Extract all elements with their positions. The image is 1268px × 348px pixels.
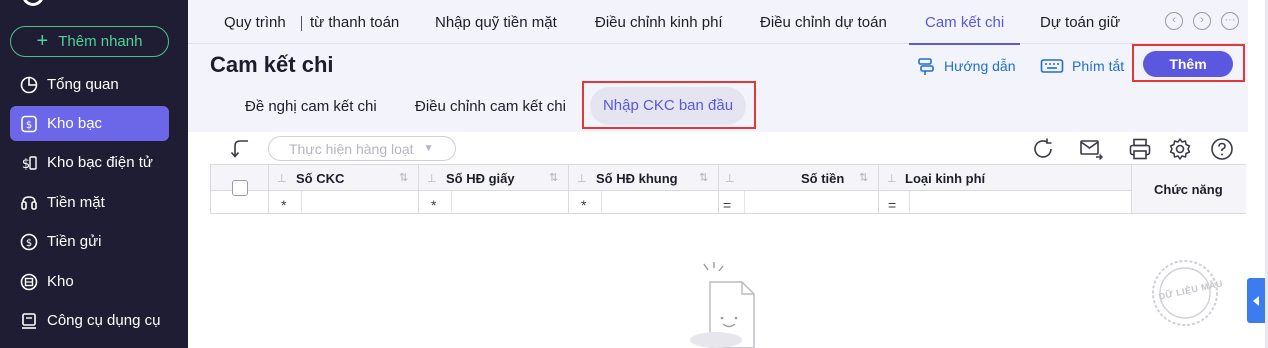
add-button[interactable]: Thêm [1143, 51, 1233, 77]
quick-add-button[interactable]: + Thêm nhanh [10, 26, 169, 57]
help-icon[interactable] [1210, 137, 1234, 161]
more-icon[interactable]: ··· [1221, 12, 1239, 30]
guide-link[interactable]: Hướng dẫn [916, 56, 1015, 76]
sidebar-item-label: Kho bạc [47, 115, 103, 132]
signpost-icon [918, 58, 934, 75]
filter-operator[interactable]: * [581, 197, 586, 213]
column-header-ckc-number[interactable]: Số CKC [296, 171, 344, 186]
sidebar-item-warehouse[interactable]: Kho [10, 264, 169, 299]
sidebar-item-label: Công cụ dụng cụ [47, 312, 161, 329]
sidebar-item-overview[interactable]: Tổng quan [10, 67, 169, 102]
filter-divider [451, 191, 452, 213]
pin-icon[interactable]: ⊥ [577, 172, 587, 185]
tab-budget-reserve[interactable]: Dự toán giữ [1040, 0, 1120, 44]
column-header-frame-contract[interactable]: Số HĐ khung [596, 171, 678, 186]
sidebar-item-label: Tiền gửi [47, 233, 102, 250]
pin-icon[interactable]: ⊥ [277, 172, 287, 185]
sort-icon[interactable]: ⇅ [699, 171, 708, 184]
cash-icon [20, 194, 38, 212]
select-all-checkbox[interactable] [232, 180, 248, 196]
filter-divider [909, 191, 910, 213]
column-header-amount[interactable]: Số tiền [801, 171, 844, 186]
filter-operator[interactable]: = [888, 197, 896, 213]
tab-fund-adjustment[interactable]: Điều chỉnh kinh phí [595, 0, 723, 44]
column-header-fund-type[interactable]: Loại kinh phí [905, 171, 985, 186]
chevron-left-icon[interactable]: ‹ [1165, 12, 1183, 30]
sidebar-item-treasury[interactable]: $ Kho bạc [10, 106, 169, 141]
svg-text:$: $ [22, 157, 30, 172]
sort-icon[interactable]: ⇅ [399, 171, 408, 184]
tab-divider [301, 16, 302, 31]
data-grid: ⊥ Số CKC ⇅ * ⊥ Số HĐ giấy ⇅ * ⊥ Số HĐ kh… [210, 164, 1246, 214]
sidebar: + Thêm nhanh Tổng quan $ Kho bạc $ Kho b… [0, 0, 188, 348]
undo-icon[interactable] [230, 138, 252, 160]
chevron-right-icon[interactable]: › [1193, 12, 1211, 30]
subtab-commitment-request[interactable]: Đề nghị cam kết chi [245, 98, 377, 115]
top-tabs: Quy trình từ thanh toán Nhập quỹ tiền mặ… [188, 0, 1248, 45]
chevron-down-icon: ▼ [423, 143, 434, 154]
guide-label: Hướng dẫn [944, 58, 1016, 74]
gear-icon[interactable] [1168, 137, 1192, 161]
grid-filter-row [211, 191, 1131, 213]
warehouse-icon [20, 273, 38, 291]
shortcut-label: Phím tắt [1072, 58, 1125, 74]
tab-payment[interactable]: từ thanh toán [310, 0, 399, 44]
print-icon[interactable] [1128, 137, 1152, 161]
filter-divider [601, 191, 602, 213]
quick-add-label: Thêm nhanh [58, 33, 143, 50]
tab-process[interactable]: Quy trình [224, 0, 286, 44]
filter-operator[interactable]: * [281, 197, 286, 213]
column-header-paper-contract[interactable]: Số HĐ giấy [446, 171, 515, 186]
sort-icon[interactable]: ⇅ [859, 171, 868, 184]
svg-text:$: $ [26, 120, 32, 131]
tools-icon [20, 312, 38, 330]
tab-budget-adjustment[interactable]: Điều chỉnh dự toán [760, 0, 887, 44]
shortcut-link[interactable]: Phím tắt [1040, 56, 1124, 76]
column-divider [878, 165, 879, 213]
function-column: Chức năng [1131, 165, 1246, 213]
sort-icon[interactable]: ⇅ [549, 171, 558, 184]
column-header-function: Chức năng [1154, 182, 1223, 197]
deposit-icon: $ [20, 233, 38, 251]
column-divider [418, 165, 419, 213]
pin-icon[interactable]: ⊥ [427, 172, 437, 185]
filter-operator[interactable]: * [431, 197, 436, 213]
sidebar-item-e-treasury[interactable]: $ Kho bạc điện tử [10, 145, 169, 180]
subtab-initial-ckc[interactable]: Nhập CKC ban đầu [590, 87, 746, 125]
pin-icon[interactable]: ⊥ [887, 172, 897, 185]
sidebar-item-label: Tiền mặt [47, 194, 105, 211]
tab-spending-commitment[interactable]: Cam kết chi [908, 0, 1021, 45]
page-title: Cam kết chi [210, 52, 334, 77]
filter-divider [301, 191, 302, 213]
keyboard-icon [1040, 59, 1064, 73]
sidebar-item-cash[interactable]: Tiền mặt [10, 185, 169, 220]
svg-text:$: $ [26, 238, 32, 249]
e-treasury-icon: $ [20, 154, 38, 172]
refresh-icon[interactable] [1031, 137, 1055, 161]
collapse-panel-button[interactable] [1247, 278, 1266, 323]
email-icon[interactable] [1079, 137, 1103, 161]
pie-chart-icon [20, 76, 38, 94]
sidebar-item-label: Kho [47, 273, 74, 290]
column-divider [268, 165, 269, 213]
app-logo[interactable] [22, 0, 44, 6]
column-divider [718, 165, 719, 213]
plus-icon: + [36, 29, 49, 52]
sidebar-item-tools[interactable]: Công cụ dụng cụ [10, 303, 169, 338]
header-area: Quy trình từ thanh toán Nhập quỹ tiền mặ… [188, 0, 1248, 132]
filter-operator[interactable]: = [723, 197, 731, 213]
treasury-icon: $ [20, 115, 38, 133]
bulk-action-label: Thực hiện hàng loạt [289, 140, 414, 157]
subtab-commitment-adjustment[interactable]: Điều chỉnh cam kết chi [415, 98, 566, 115]
sidebar-item-label: Kho bạc điện tử [47, 154, 153, 171]
column-divider [568, 165, 569, 213]
pin-icon[interactable]: ⊥ [725, 172, 735, 185]
sidebar-item-deposit[interactable]: $ Tiền gửi [10, 224, 169, 259]
filter-divider [744, 191, 745, 213]
sidebar-item-label: Tổng quan [47, 76, 119, 93]
tab-cash-fund[interactable]: Nhập quỹ tiền mặt [435, 0, 557, 44]
empty-state-illustration [690, 262, 755, 348]
main-content: Quy trình từ thanh toán Nhập quỹ tiền mặ… [188, 0, 1268, 348]
bulk-action-button[interactable]: Thực hiện hàng loạt ▼ [268, 136, 456, 161]
